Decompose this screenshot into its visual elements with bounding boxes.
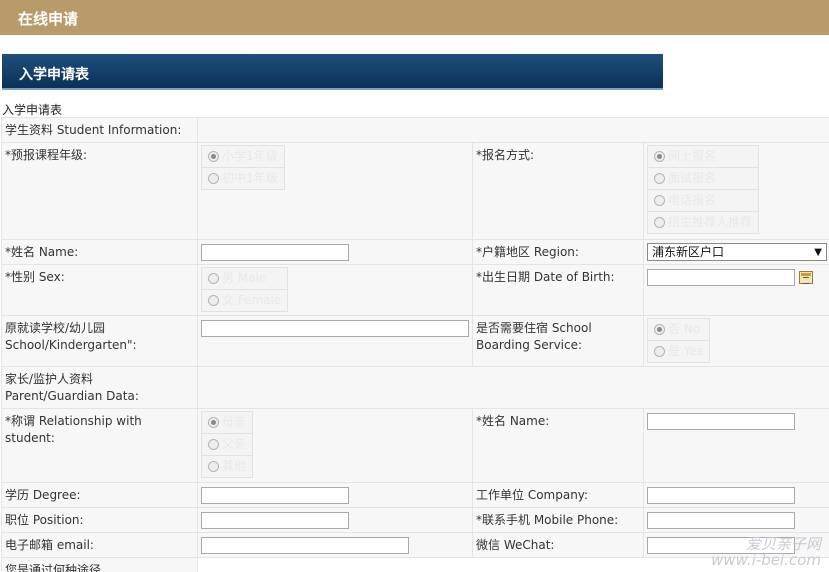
student-name-label: *姓名 Name: [1,239,198,265]
section-header: 入学申请表 [2,54,663,90]
radio-icon [654,151,665,162]
method-option-interview[interactable]: 面试报名 [647,167,760,190]
email-label: 电子邮箱 email: [1,532,198,558]
email-input[interactable] [201,537,409,554]
empty-cell [196,117,829,143]
dob-input[interactable] [647,269,795,286]
section-title: 入学申请表 [19,67,89,83]
radio-icon [208,461,219,472]
sex-option-female[interactable]: 女 Female [201,289,289,312]
school-label: 原就读学校/幼儿园 School/Kindergarten": [1,315,198,367]
relationship-option-other[interactable]: 其他 [201,455,254,478]
method-options: 网上报名 面试报名 电话报名 招生推荐人推荐 [642,142,829,240]
radio-icon [208,295,219,306]
radio-icon [208,273,219,284]
method-option-referral[interactable]: 招生推荐人推荐 [647,211,760,234]
banner-title: 在线申请 [18,10,79,28]
radio-icon [654,324,665,335]
degree-label: 学历 Degree: [1,482,198,508]
parent-section-heading: 家长/监护人资料 Parent/Guardian Data: [1,366,198,409]
boarding-option-no[interactable]: 否 No [647,318,711,341]
empty-cell [196,366,829,409]
grade-options: 小学1年级 初中1年级 [197,142,473,240]
student-section-heading: 学生资料 Student Information: [1,117,198,143]
sex-label: *性别 Sex: [1,264,198,316]
radio-icon [654,346,665,357]
source-label: 您是通过何种途径 [1,557,198,572]
sex-option-male[interactable]: 男 Male [201,267,289,290]
watermark: 爱贝亲子网 www.i-bei.com [711,536,821,568]
grade-option-2[interactable]: 初中1年级 [201,167,285,190]
chevron-down-icon: ▼ [814,246,822,258]
radio-icon [654,173,665,184]
application-form: 学生资料 Student Information: *预报课程年级: 小学1年级… [1,117,829,572]
relationship-option-mother[interactable]: 母亲 [201,411,254,434]
boarding-label: 是否需要住宿 School Boarding Service: [472,315,644,367]
parent-name-label: *姓名 Name: [472,408,644,483]
watermark-line-2: www.i-bei.com [711,551,821,569]
method-option-online[interactable]: 网上报名 [647,145,760,168]
form-caption: 入学申请表 [2,103,63,117]
boarding-option-yes[interactable]: 是 Yes [647,340,711,363]
position-input[interactable] [201,512,349,529]
parent-name-input[interactable] [647,413,795,430]
radio-icon [208,417,219,428]
company-input[interactable] [647,487,795,504]
radio-icon [208,173,219,184]
radio-icon [208,439,219,450]
wechat-label: 微信 WeChat: [472,532,644,558]
page-banner: 在线申请 [0,0,829,35]
method-label: *报名方式: [472,142,644,240]
region-select[interactable]: 浦东新区户口 ▼ [647,243,827,261]
grade-option-1[interactable]: 小学1年级 [201,145,285,168]
calendar-icon[interactable] [799,270,813,284]
degree-input[interactable] [201,487,349,504]
school-input[interactable] [201,320,469,337]
mobile-label: *联系手机 Mobile Phone: [472,507,644,533]
company-label: 工作单位 Company: [472,482,644,508]
radio-icon [654,195,665,206]
method-option-phone[interactable]: 电话报名 [647,189,760,212]
radio-icon [208,151,219,162]
mobile-input[interactable] [647,512,795,529]
student-name-input[interactable] [201,244,349,261]
relationship-option-father[interactable]: 父亲 [201,433,254,456]
dob-label: *出生日期 Date of Birth: [472,264,644,316]
radio-icon [654,217,665,228]
position-label: 职位 Position: [1,507,198,533]
watermark-line-1: 爱贝亲子网 [745,535,821,553]
region-selected-value: 浦东新区户口 [652,244,725,259]
grade-label: *预报课程年级: [1,142,198,240]
relationship-label: *称谓 Relationship with student: [1,408,198,483]
region-label: *户籍地区 Region: [472,239,644,265]
